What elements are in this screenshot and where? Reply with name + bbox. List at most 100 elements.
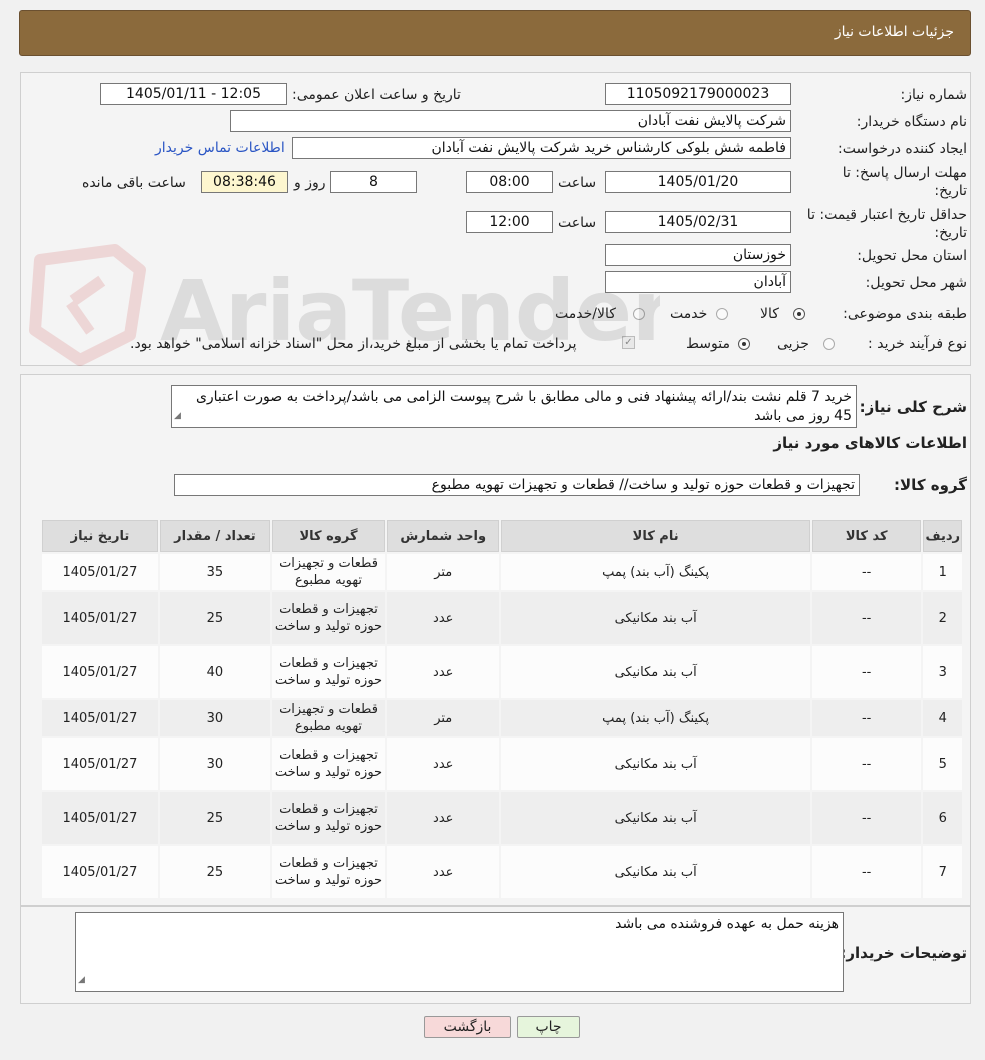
- summary-text: خرید 7 قلم نشت بند/ارائه پیشنهاد فنی و م…: [195, 389, 852, 424]
- page-header: جزئیات اطلاعات نیاز: [19, 10, 971, 56]
- cell-group: قطعات و تجهیزات تهویه مطبوع: [271, 700, 386, 736]
- announce-field[interactable]: 1405/01/11 - 12:05: [100, 83, 287, 105]
- cell-group: تجهیزات و قطعات حوزه تولید و ساخت: [271, 792, 386, 844]
- cell-code: --: [811, 554, 922, 590]
- creator-field[interactable]: فاطمه شش بلوکی کارشناس خرید شرکت پالایش …: [292, 137, 791, 159]
- process-option-medium: متوسط: [686, 336, 730, 352]
- buyer-notes-textarea[interactable]: هزینه حمل به عهده فروشنده می باشد ◢: [75, 912, 844, 992]
- category-option-both: کالا/خدمت: [555, 306, 616, 322]
- remaining-label: ساعت باقی مانده: [82, 175, 186, 191]
- city-label: شهر محل تحویل:: [865, 275, 967, 291]
- validity-label: حداقل تاریخ اعتبار قیمت: تا: [806, 207, 967, 223]
- cell-quantity: 35: [159, 554, 270, 590]
- col-header-unit: واحد شمارش: [387, 520, 500, 552]
- contact-buyer-link[interactable]: اطلاعات تماس خریدار: [155, 140, 285, 156]
- col-header-row-number: ردیف: [923, 520, 962, 552]
- cell-name: پکینگ (آب بند) پمپ: [501, 554, 810, 590]
- process-radio-minor[interactable]: [823, 338, 835, 350]
- summary-textarea[interactable]: خرید 7 قلم نشت بند/ارائه پیشنهاد فنی و م…: [171, 385, 857, 428]
- validity-time-label: ساعت: [558, 215, 597, 231]
- items-table: ردیف کد کالا نام کالا واحد شمارش گروه کا…: [40, 518, 964, 900]
- cell-row-number: 3: [923, 646, 962, 698]
- creator-label: ایجاد کننده درخواست:: [838, 141, 967, 157]
- remaining-time-field[interactable]: 08:38:46: [201, 171, 288, 193]
- cell-name: آب بند مکانیکی: [501, 738, 810, 790]
- cell-group: تجهیزات و قطعات حوزه تولید و ساخت: [271, 646, 386, 698]
- cell-unit: متر: [387, 554, 500, 590]
- col-header-name: نام کالا: [501, 520, 810, 552]
- goods-group-field[interactable]: تجهیزات و قطعات حوزه تولید و ساخت// قطعا…: [174, 474, 860, 496]
- table-row: 2 -- آب بند مکانیکی عدد تجهیزات و قطعات …: [42, 592, 962, 644]
- buyer-notes-label: توضیحات خریدار:: [840, 944, 967, 962]
- cell-row-number: 6: [923, 792, 962, 844]
- cell-unit: عدد: [387, 592, 500, 644]
- category-radio-both[interactable]: [633, 308, 645, 320]
- category-option-service: خدمت: [670, 306, 708, 322]
- category-option-goods: کالا: [760, 306, 779, 322]
- table-row: 1 -- پکینگ (آب بند) پمپ متر قطعات و تجهی…: [42, 554, 962, 590]
- cell-date: 1405/01/27: [42, 738, 158, 790]
- cell-row-number: 4: [923, 700, 962, 736]
- process-radio-medium[interactable]: [738, 338, 750, 350]
- deadline-time-field[interactable]: 08:00: [466, 171, 553, 193]
- cell-quantity: 25: [159, 846, 270, 898]
- cell-quantity: 40: [159, 646, 270, 698]
- table-row: 5 -- آب بند مکانیکی عدد تجهیزات و قطعات …: [42, 738, 962, 790]
- buyer-org-field[interactable]: شرکت پالایش نفت آبادان: [230, 110, 791, 132]
- print-button[interactable]: چاپ: [517, 1016, 580, 1038]
- cell-date: 1405/01/27: [42, 700, 158, 736]
- cell-group: قطعات و تجهیزات تهویه مطبوع: [271, 554, 386, 590]
- cell-row-number: 2: [923, 592, 962, 644]
- payment-note: پرداخت تمام یا بخشی از مبلغ خرید،از محل …: [130, 336, 577, 352]
- need-number-label: شماره نیاز:: [900, 87, 968, 103]
- cell-date: 1405/01/27: [42, 646, 158, 698]
- resize-grip-icon[interactable]: ◢: [78, 971, 85, 990]
- cell-name: آب بند مکانیکی: [501, 846, 810, 898]
- cell-unit: عدد: [387, 738, 500, 790]
- col-header-quantity: تعداد / مقدار: [159, 520, 270, 552]
- goods-group-label: گروه کالا:: [894, 476, 967, 494]
- items-section-title: اطلاعات کالاهای مورد نیاز: [773, 434, 967, 452]
- deadline-label: مهلت ارسال پاسخ: تا: [842, 165, 967, 181]
- days-remaining-field[interactable]: 8: [330, 171, 417, 193]
- table-row: 6 -- آب بند مکانیکی عدد تجهیزات و قطعات …: [42, 792, 962, 844]
- need-number-field[interactable]: 1105092179000023: [605, 83, 791, 105]
- cell-code: --: [811, 738, 922, 790]
- cell-group: تجهیزات و قطعات حوزه تولید و ساخت: [271, 592, 386, 644]
- category-radio-goods[interactable]: [793, 308, 805, 320]
- page-title: جزئیات اطلاعات نیاز: [834, 24, 954, 40]
- cell-name: آب بند مکانیکی: [501, 792, 810, 844]
- cell-name: پکینگ (آب بند) پمپ: [501, 700, 810, 736]
- cell-quantity: 30: [159, 738, 270, 790]
- cell-date: 1405/01/27: [42, 792, 158, 844]
- validity-time-field[interactable]: 12:00: [466, 211, 553, 233]
- cell-unit: عدد: [387, 646, 500, 698]
- city-field[interactable]: آبادان: [605, 271, 791, 293]
- cell-code: --: [811, 646, 922, 698]
- deadline-label-2: تاریخ:: [934, 183, 967, 199]
- summary-label: شرح کلی نیاز:: [859, 398, 967, 416]
- resize-grip-icon[interactable]: ◢: [174, 407, 181, 426]
- cell-row-number: 5: [923, 738, 962, 790]
- province-field[interactable]: خوزستان: [605, 244, 791, 266]
- process-label: نوع فرآیند خرید :: [868, 336, 967, 352]
- col-header-date: تاریخ نیاز: [42, 520, 158, 552]
- back-button[interactable]: بازگشت: [424, 1016, 511, 1038]
- category-radio-service[interactable]: [716, 308, 728, 320]
- days-label: روز و: [294, 175, 326, 191]
- cell-row-number: 1: [923, 554, 962, 590]
- table-row: 3 -- آب بند مکانیکی عدد تجهیزات و قطعات …: [42, 646, 962, 698]
- cell-name: آب بند مکانیکی: [501, 646, 810, 698]
- cell-row-number: 7: [923, 846, 962, 898]
- payment-checkbox[interactable]: ✓: [622, 336, 635, 349]
- province-label: استان محل تحویل:: [857, 248, 967, 264]
- cell-date: 1405/01/27: [42, 592, 158, 644]
- deadline-time-label: ساعت: [558, 175, 597, 191]
- cell-code: --: [811, 592, 922, 644]
- validity-date-field[interactable]: 1405/02/31: [605, 211, 791, 233]
- col-header-group: گروه کالا: [271, 520, 386, 552]
- buyer-notes-text: هزینه حمل به عهده فروشنده می باشد: [615, 916, 839, 932]
- cell-quantity: 25: [159, 792, 270, 844]
- cell-code: --: [811, 792, 922, 844]
- deadline-date-field[interactable]: 1405/01/20: [605, 171, 791, 193]
